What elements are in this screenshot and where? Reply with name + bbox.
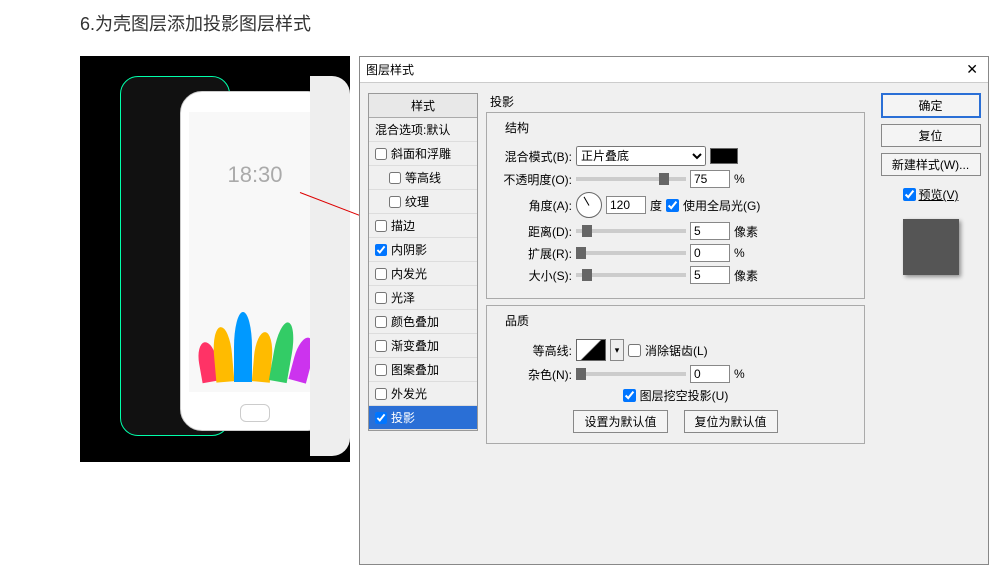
angle-input[interactable] (606, 196, 646, 214)
style-label: 内阴影 (391, 241, 427, 258)
angle-dial[interactable] (576, 192, 602, 218)
preview-checkbox-row[interactable]: 预览(V) (903, 186, 959, 203)
global-light-label: 使用全局光(G) (683, 197, 760, 214)
blend-mode-select[interactable]: 正片叠底 (576, 146, 706, 166)
px-unit-2: 像素 (734, 267, 758, 284)
close-icon[interactable]: ✕ (962, 61, 982, 78)
blend-mode-label: 混合模式(B): (497, 148, 572, 165)
page-title: 6.为壳图层添加投影图层样式 (80, 10, 311, 36)
antialias-label: 消除锯齿(L) (645, 342, 708, 359)
noise-label: 杂色(N): (497, 366, 572, 383)
shadow-color-swatch[interactable] (710, 148, 738, 164)
style-label: 渐变叠加 (391, 337, 439, 354)
opacity-input[interactable] (690, 170, 730, 188)
preview-checkbox[interactable] (903, 188, 916, 201)
style-item-10[interactable]: 外发光 (369, 382, 477, 406)
style-checkbox[interactable] (375, 316, 387, 328)
noise-input[interactable] (690, 365, 730, 383)
quality-title: 品质 (501, 312, 533, 329)
contour-picker[interactable] (576, 339, 606, 361)
antialias-checkbox[interactable] (628, 344, 641, 357)
panel-tab-label: 投影 (490, 93, 865, 110)
style-label: 斜面和浮雕 (391, 145, 451, 162)
style-item-6[interactable]: 光泽 (369, 286, 477, 310)
style-label: 纹理 (405, 193, 429, 210)
dialog-title: 图层样式 (366, 61, 414, 78)
opacity-label: 不透明度(O): (497, 171, 572, 188)
tutorial-image: 18:30 (80, 56, 350, 462)
style-label: 描边 (391, 217, 415, 234)
percent-unit: % (734, 172, 758, 186)
style-label: 等高线 (405, 169, 441, 186)
structure-title: 结构 (501, 119, 533, 136)
preview-swatch (903, 219, 959, 275)
set-default-button[interactable]: 设置为默认值 (573, 410, 667, 433)
styles-list: 样式 混合选项:默认 斜面和浮雕等高线纹理描边内阴影内发光光泽颜色叠加渐变叠加图… (368, 93, 478, 431)
style-checkbox[interactable] (389, 196, 401, 208)
style-item-9[interactable]: 图案叠加 (369, 358, 477, 382)
style-item-0[interactable]: 斜面和浮雕 (369, 142, 477, 166)
style-item-8[interactable]: 渐变叠加 (369, 334, 477, 358)
distance-slider[interactable] (576, 229, 686, 233)
dialog-titlebar: 图层样式 ✕ (360, 57, 988, 83)
contour-label: 等高线: (497, 342, 572, 359)
distance-label: 距离(D): (497, 223, 572, 240)
knockout-checkbox[interactable] (623, 389, 636, 402)
new-style-button[interactable]: 新建样式(W)... (881, 153, 981, 176)
style-label: 内发光 (391, 265, 427, 282)
style-item-3[interactable]: 描边 (369, 214, 477, 238)
style-checkbox[interactable] (375, 268, 387, 280)
style-checkbox[interactable] (375, 244, 387, 256)
contour-dropdown-icon[interactable]: ▾ (610, 339, 624, 361)
style-checkbox[interactable] (389, 172, 401, 184)
blending-options[interactable]: 混合选项:默认 (369, 118, 477, 142)
spread-input[interactable] (690, 244, 730, 262)
cancel-button[interactable]: 复位 (881, 124, 981, 147)
size-slider[interactable] (576, 273, 686, 277)
style-checkbox[interactable] (375, 412, 387, 424)
distance-input[interactable] (690, 222, 730, 240)
px-unit: 像素 (734, 223, 758, 240)
reset-default-button[interactable]: 复位为默认值 (684, 410, 778, 433)
style-label: 图案叠加 (391, 361, 439, 378)
style-checkbox[interactable] (375, 148, 387, 160)
dialog-buttons-panel: 确定 复位 新建样式(W)... 预览(V) (873, 83, 988, 564)
style-label: 投影 (391, 409, 415, 426)
structure-group: 结构 混合模式(B): 正片叠底 不透明度(O): % 角度(A): 度 (486, 112, 865, 299)
style-checkbox[interactable] (375, 388, 387, 400)
style-checkbox[interactable] (375, 292, 387, 304)
size-label: 大小(S): (497, 267, 572, 284)
opacity-slider[interactable] (576, 177, 686, 181)
style-checkbox[interactable] (375, 220, 387, 232)
style-item-2[interactable]: 纹理 (369, 190, 477, 214)
spread-slider[interactable] (576, 251, 686, 255)
percent-unit-3: % (734, 367, 758, 381)
styles-header[interactable]: 样式 (369, 94, 477, 118)
angle-label: 角度(A): (497, 197, 572, 214)
style-item-5[interactable]: 内发光 (369, 262, 477, 286)
noise-slider[interactable] (576, 372, 686, 376)
style-item-7[interactable]: 颜色叠加 (369, 310, 477, 334)
size-input[interactable] (690, 266, 730, 284)
knockout-label: 图层挖空投影(U) (640, 387, 729, 404)
percent-unit-2: % (734, 246, 758, 260)
style-label: 颜色叠加 (391, 313, 439, 330)
style-item-11[interactable]: 投影 (369, 406, 477, 430)
global-light-checkbox[interactable] (666, 199, 679, 212)
style-item-1[interactable]: 等高线 (369, 166, 477, 190)
layer-style-dialog: 图层样式 ✕ 样式 混合选项:默认 斜面和浮雕等高线纹理描边内阴影内发光光泽颜色… (359, 56, 989, 565)
shadow-settings-panel: 投影 结构 混合模式(B): 正片叠底 不透明度(O): % 角度(A): (478, 83, 873, 564)
style-label: 光泽 (391, 289, 415, 306)
quality-group: 品质 等高线: ▾ 消除锯齿(L) 杂色(N): % 图层挖空投影(U) (486, 305, 865, 444)
preview-label: 预览(V) (919, 186, 959, 203)
style-item-4[interactable]: 内阴影 (369, 238, 477, 262)
style-checkbox[interactable] (375, 364, 387, 376)
ok-button[interactable]: 确定 (881, 93, 981, 118)
spread-label: 扩展(R): (497, 245, 572, 262)
style-label: 外发光 (391, 385, 427, 402)
style-checkbox[interactable] (375, 340, 387, 352)
angle-unit: 度 (650, 197, 662, 214)
